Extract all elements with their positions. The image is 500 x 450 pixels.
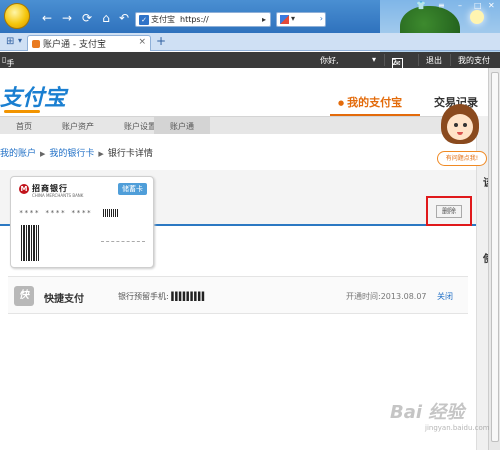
subnav-account-link[interactable]: 账户通 [154,117,210,134]
tab-close-icon[interactable]: × [138,37,146,47]
vertical-scrollbar[interactable] [488,68,500,450]
back-icon[interactable]: ← [40,11,54,25]
alipay-logo[interactable]: 支付宝 [0,80,66,112]
address-site-name: 支付宝 [151,15,175,24]
bank-name-en: CHINA MERCHANTS BANK [32,193,84,198]
mobile-alipay-link[interactable]: ▯ 手机支付宝 [2,55,14,112]
browser-logo-icon[interactable] [4,3,30,29]
page-bottom [0,340,476,450]
site-header: 支付宝 我的支付宝 交易记录 [0,68,500,116]
sub-navigation: 首页 账户资产 账户设置 账户通 [0,116,476,134]
minimize-icon[interactable]: – [458,1,462,10]
address-url: https:// [180,15,209,24]
address-bar[interactable]: ✓ 支付宝 https:// ▸ [135,12,271,27]
card-dotted-line [101,241,145,242]
tab-alipay[interactable]: 账户通 - 支付宝 × [27,35,151,51]
new-tab-icon[interactable]: + [156,34,166,48]
breadcrumb: 我的账户 ▶ 我的银行卡 ▶ 银行卡详情 [0,146,153,159]
breadcrumb-arrow-icon: ▶ [98,150,104,158]
divider [418,54,419,66]
divider [450,54,451,66]
nav-my-alipay[interactable]: 我的支付宝 [338,94,402,110]
card-barcode [21,225,39,261]
delete-card-button[interactable]: 删除 [436,205,462,218]
divider [384,54,385,66]
baidu-watermark-url: jingyan.baidu.com [425,424,490,432]
avatar-eye [454,123,458,127]
subnav-home[interactable]: 首页 [16,121,32,132]
close-window-icon[interactable]: ✕ [488,1,495,10]
my-alipay-link[interactable]: 我的支付 [458,55,490,66]
search-engine-icon [280,15,289,24]
breadcrumb-arrow-icon: ▶ [40,150,46,158]
theme-skin-image: 👕 ≡ – □ ✕ [380,0,500,60]
avatar-eye [463,123,467,127]
masked-phone-glyphs: ▌▌▌▌▌▌▌▌▌ [171,292,206,301]
search-engine-box[interactable]: ▾ › [276,12,326,27]
bank-card: M 招商银行 CHINA MERCHANTS BANK 储蓄卡 **** ***… [10,176,154,268]
greeting: 你好, [320,56,339,65]
quick-pay-title: 快捷支付 [44,294,84,305]
tab-title: 账户通 - 支付宝 [43,40,106,50]
quick-pay-opened: 开通时间:2013.08.07 [346,292,427,301]
undo-icon[interactable]: ↶ [117,11,131,25]
breadcrumb-card-detail: 银行卡详情 [107,149,153,159]
card-number-tail [103,209,119,217]
logout-link[interactable]: 退出 [426,55,442,66]
bank-logo-icon: M [19,184,29,194]
quick-pay-close-link[interactable]: 关闭 [437,291,453,302]
quick-pay-phone: 银行预留手机: ▌▌▌▌▌▌▌▌▌ [118,292,207,301]
quick-pay-icon: 快 [14,286,34,306]
refresh-icon[interactable]: ⟳ [80,11,94,25]
tab-grid-icon[interactable]: ⊞ [6,36,14,47]
help-avatar[interactable] [437,104,483,154]
help-bubble[interactable]: 有问题点我! [437,151,487,166]
search-dropdown-icon[interactable]: ▾ [291,14,295,23]
breadcrumb-my-account[interactable]: 我的账户 [0,149,36,159]
avatar-face [447,114,473,140]
forward-icon[interactable]: → [60,11,74,25]
address-go-icon[interactable]: ▸ [262,15,266,24]
scrollbar-thumb[interactable] [491,72,499,442]
sun-image [470,10,484,24]
alipay-favicon-icon [32,39,40,48]
menu-icon[interactable]: ≡ [438,1,445,10]
secure-shield-icon: ✓ [139,14,149,25]
tab-bar: ⊞ ▾ 账户通 - 支付宝 × + [0,33,500,51]
account-dropdown-icon[interactable]: ▾ [372,55,376,64]
home-icon[interactable]: ⌂ [99,11,113,25]
subnav-settings[interactable]: 账户设置 [124,121,156,132]
shirt-icon[interactable]: 👕 [416,1,426,10]
baidu-watermark: Bai 经验 [390,402,465,423]
site-topbar: ▯ 手机支付宝 你好, ▾ ✉2 退出 我的支付 [0,52,500,112]
breadcrumb-bank-cards[interactable]: 我的银行卡 [49,149,94,159]
maximize-icon[interactable]: □ [474,1,482,10]
search-go-icon[interactable]: › [320,14,323,23]
card-type-badge: 储蓄卡 [118,183,147,195]
tab-list-arrow-icon[interactable]: ▾ [18,36,22,45]
subnav-assets[interactable]: 账户资产 [62,121,94,132]
card-number: **** **** **** [19,209,93,217]
logo-underline [4,110,40,113]
